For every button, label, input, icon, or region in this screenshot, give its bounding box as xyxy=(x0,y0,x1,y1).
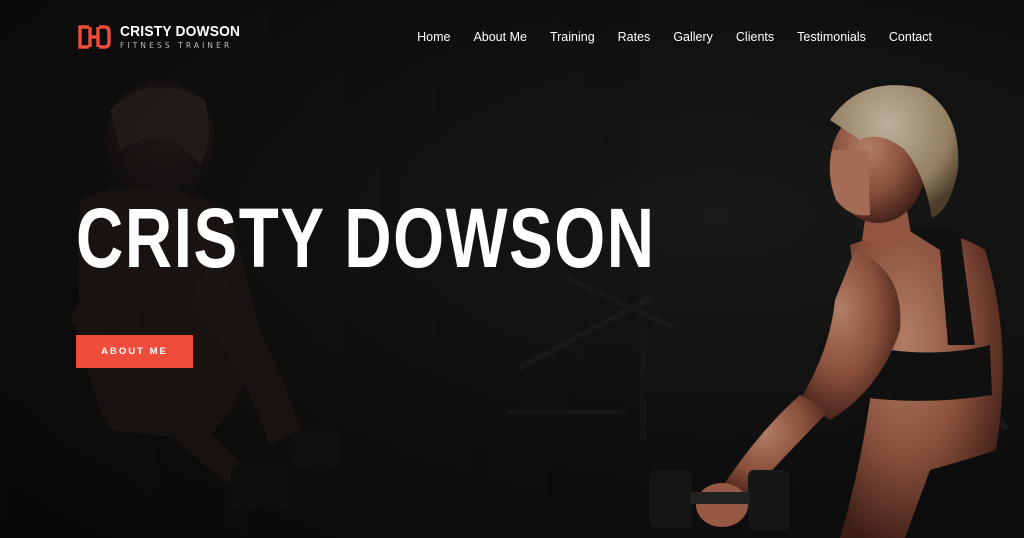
about-me-button[interactable]: ABOUT ME xyxy=(76,335,193,368)
nav-training[interactable]: Training xyxy=(550,30,595,44)
site-header: CRISTY DOWSON FITNESS TRAINER Home About… xyxy=(0,0,1024,74)
nav-gallery[interactable]: Gallery xyxy=(673,30,713,44)
hero-section: CRISTY DOWSON FITNESS TRAINER Home About… xyxy=(0,0,1024,538)
brand-tagline: FITNESS TRAINER xyxy=(120,41,233,51)
nav-testimonials[interactable]: Testimonials xyxy=(797,30,866,44)
nav-clients[interactable]: Clients xyxy=(736,30,774,44)
main-navigation: Home About Me Training Rates Gallery Cli… xyxy=(417,30,932,44)
nav-about-me[interactable]: About Me xyxy=(473,30,527,44)
hero-title: CRISTY DOWSON xyxy=(76,191,656,285)
brand-name: CRISTY DOWSON xyxy=(120,23,241,41)
ch-monogram-icon xyxy=(78,25,111,49)
site-logo[interactable]: CRISTY DOWSON FITNESS TRAINER xyxy=(76,24,251,50)
logo-text: CRISTY DOWSON FITNESS TRAINER xyxy=(120,24,251,50)
nav-rates[interactable]: Rates xyxy=(618,30,651,44)
nav-home[interactable]: Home xyxy=(417,30,450,44)
nav-contact[interactable]: Contact xyxy=(889,30,932,44)
